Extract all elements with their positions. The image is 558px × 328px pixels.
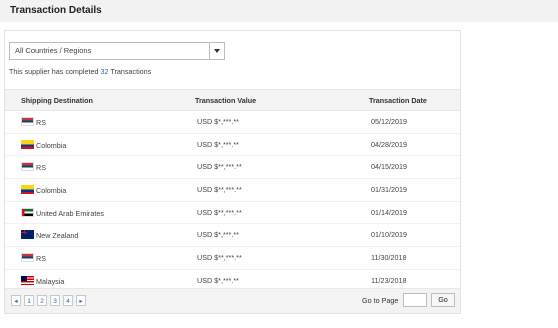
transaction-date: 04/15/2019	[371, 162, 407, 172]
colombia-flag-icon	[21, 139, 34, 149]
page-1-button[interactable]: 1	[24, 295, 34, 306]
table-row: RS USD $**,***.** 04/15/2019	[5, 156, 460, 180]
malaysia-flag-icon	[21, 275, 34, 285]
country-region-select[interactable]: All Countries / Regions	[9, 42, 225, 60]
table-row: United Arab Emirates USD $**,***.** 01/1…	[5, 202, 460, 225]
transaction-date: 01/10/2019	[371, 230, 407, 240]
transaction-date: 01/14/2019	[371, 207, 407, 217]
transaction-date: 11/30/2018	[371, 253, 407, 263]
shipping-destination: RS	[36, 118, 46, 127]
shipping-destination: Colombia	[36, 140, 67, 150]
uae-flag-icon	[21, 207, 34, 217]
transaction-value: USD $**,***.**	[197, 185, 242, 195]
table-row: Colombia USD $*,***.** 04/28/2019	[5, 134, 460, 157]
header-transaction-date: Transaction Date	[369, 96, 427, 105]
transaction-date: 05/12/2019	[371, 117, 407, 126]
transaction-value: USD $*,***.**	[197, 117, 239, 126]
transaction-value: USD $*,***.**	[197, 139, 239, 149]
transaction-panel: All Countries / Regions This supplier ha…	[4, 30, 461, 314]
section-header: Transaction Details	[0, 0, 558, 22]
go-button[interactable]: Go	[431, 293, 455, 307]
goto-page-label: Go to Page	[362, 296, 399, 305]
next-page-button[interactable]: ▸	[76, 295, 86, 306]
transaction-value: USD $*,***.**	[197, 275, 239, 285]
summary-suffix: Transactions	[110, 67, 152, 76]
header-shipping-destination: Shipping Destination	[21, 96, 93, 105]
shipping-destination: United Arab Emirates	[36, 208, 104, 218]
rs-flag-icon	[21, 117, 34, 126]
transaction-date: 01/31/2019	[371, 185, 407, 195]
table-header: Shipping Destination Transaction Value T…	[5, 89, 460, 111]
shipping-destination: New Zealand	[36, 231, 79, 241]
transaction-date: 04/28/2019	[371, 139, 407, 149]
country-region-select-value: All Countries / Regions	[15, 46, 92, 55]
page-2-button[interactable]: 2	[37, 295, 47, 306]
table-row: RS USD $*,***.** 05/12/2019	[5, 111, 460, 134]
shipping-destination: Colombia	[36, 186, 67, 196]
shipping-destination: RS	[36, 254, 46, 264]
transaction-count: 32	[100, 67, 109, 76]
colombia-flag-icon	[21, 185, 34, 195]
chevron-down-icon[interactable]	[209, 43, 224, 59]
transaction-value: USD $**,***.**	[197, 207, 242, 217]
transaction-value: USD $**,***.**	[197, 253, 242, 263]
transactions-table: Shipping Destination Transaction Value T…	[5, 89, 460, 293]
summary-prefix: This supplier has completed	[9, 67, 99, 76]
table-row: RS USD $**,***.** 11/30/2018	[5, 247, 460, 270]
table-row: New Zealand USD $*,***.** 01/10/2019	[5, 224, 460, 248]
page-4-button[interactable]: 4	[63, 295, 73, 306]
goto-page-input[interactable]	[403, 293, 427, 307]
table-row: Colombia USD $**,***.** 01/31/2019	[5, 179, 460, 202]
transaction-value: USD $*,***.**	[197, 230, 239, 240]
rs-flag-icon	[21, 253, 34, 263]
pagination-bar: ◂ 1 2 3 4 ▸ Go to Page Go	[5, 288, 460, 313]
rs-flag-icon	[21, 162, 34, 172]
transaction-summary: This supplier has completed 32 Transacti…	[9, 67, 151, 76]
transaction-value: USD $**,***.**	[197, 162, 242, 172]
prev-page-button[interactable]: ◂	[11, 295, 21, 306]
header-transaction-value: Transaction Value	[195, 96, 257, 105]
nz-flag-icon	[21, 230, 34, 240]
transaction-date: 11/23/2018	[371, 275, 407, 285]
shipping-destination: Malaysia	[36, 276, 65, 286]
page-3-button[interactable]: 3	[50, 295, 60, 306]
page-title: Transaction Details	[10, 5, 102, 16]
shipping-destination: RS	[36, 163, 46, 173]
